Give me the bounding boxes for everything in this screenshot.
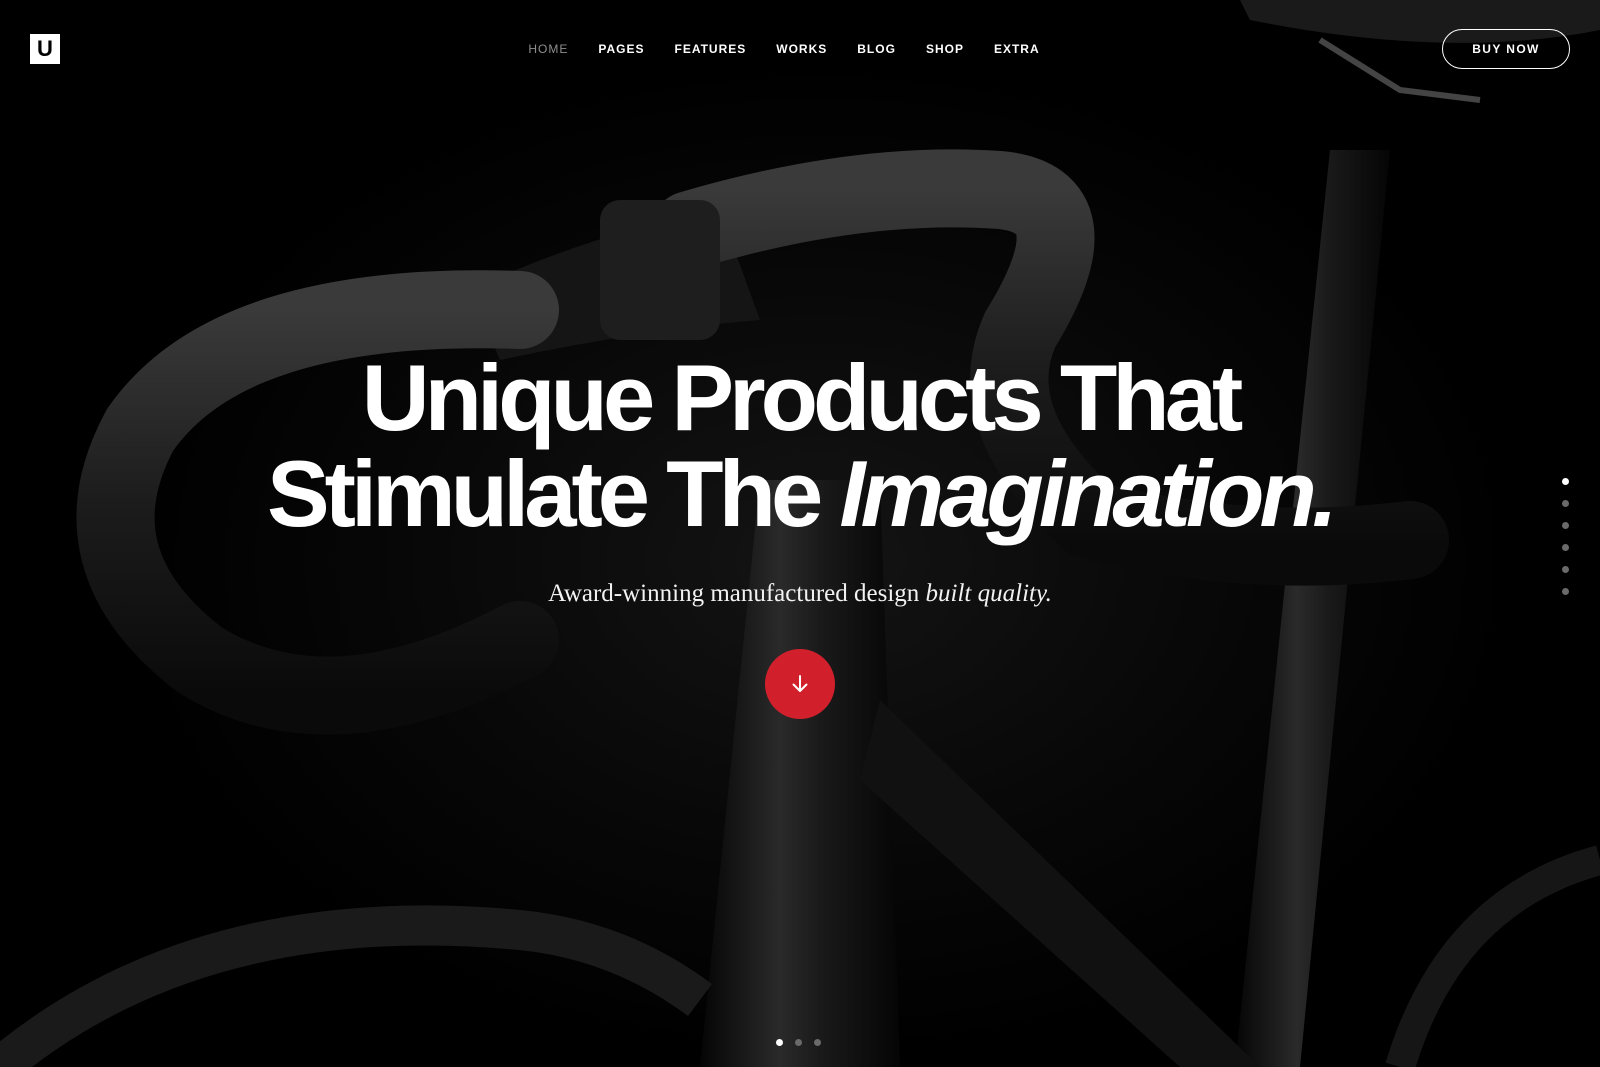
nav-item-shop[interactable]: SHOP xyxy=(926,40,964,58)
slide-dot-1[interactable] xyxy=(776,1039,783,1046)
slider-pagination xyxy=(776,1039,821,1046)
headline-italic: Imagination. xyxy=(839,441,1338,546)
side-dot-1[interactable] xyxy=(1562,478,1569,485)
hero-subtitle: Award-winning manufactured design built … xyxy=(0,580,1600,608)
nav-item-home[interactable]: HOME xyxy=(528,40,568,58)
side-pagination xyxy=(1562,478,1569,595)
slide-dot-3[interactable] xyxy=(814,1039,821,1046)
side-dot-4[interactable] xyxy=(1562,544,1569,551)
arrow-down-icon xyxy=(792,675,808,692)
side-dot-6[interactable] xyxy=(1562,588,1569,595)
nav-item-extra[interactable]: EXTRA xyxy=(994,40,1040,58)
hero-headline: Unique Products That Stimulate The Imagi… xyxy=(0,350,1600,542)
side-dot-2[interactable] xyxy=(1562,500,1569,507)
headline-line-1: Unique Products That xyxy=(361,345,1244,450)
subtitle-plain: Award-winning manufactured design xyxy=(548,580,926,607)
nav-item-pages[interactable]: PAGES xyxy=(598,40,644,58)
buy-now-button[interactable]: BUY NOW xyxy=(1442,29,1570,69)
scroll-down-button[interactable] xyxy=(765,649,835,719)
main-nav: HOME PAGES FEATURES WORKS BLOG SHOP EXTR… xyxy=(0,40,1600,58)
nav-item-features[interactable]: FEATURES xyxy=(674,40,746,58)
headline-line-2: Stimulate The xyxy=(266,441,840,546)
side-dot-5[interactable] xyxy=(1562,566,1569,573)
nav-item-blog[interactable]: BLOG xyxy=(857,40,896,58)
nav-item-works[interactable]: WORKS xyxy=(776,40,827,58)
side-dot-3[interactable] xyxy=(1562,522,1569,529)
slide-dot-2[interactable] xyxy=(795,1039,802,1046)
subtitle-italic: built quality. xyxy=(925,580,1052,607)
